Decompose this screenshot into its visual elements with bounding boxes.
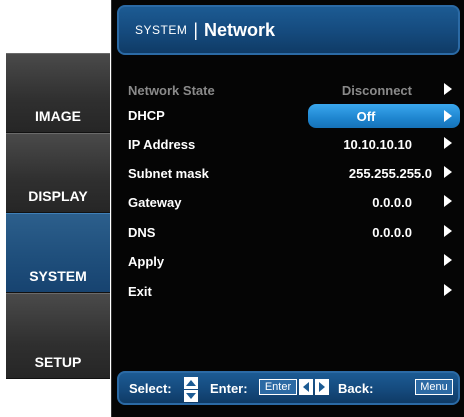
- dhcp-selector[interactable]: Off: [308, 104, 460, 128]
- title-separator: |: [193, 19, 199, 40]
- row-dns[interactable]: DNS 0.0.0.0: [128, 221, 458, 245]
- row-apply[interactable]: Apply: [128, 250, 458, 274]
- up-down-keys: [184, 375, 198, 403]
- right-arrow-icon: [315, 379, 329, 395]
- select-label: Select:: [129, 381, 172, 396]
- row-dhcp[interactable]: DHCP Off: [128, 104, 460, 128]
- arrow-right-icon: [444, 83, 452, 95]
- row-label: Exit: [128, 284, 152, 299]
- tab-system[interactable]: SYSTEM: [6, 213, 110, 293]
- row-value: Off: [356, 109, 376, 124]
- row-label: Network State: [128, 83, 215, 98]
- arrow-right-icon[interactable]: [444, 225, 452, 237]
- category-label: SYSTEM: [135, 23, 188, 37]
- arrow-right-icon[interactable]: [444, 254, 452, 266]
- arrow-right-icon: [444, 110, 452, 122]
- row-value: 10.10.10.10: [343, 137, 412, 152]
- row-label: IP Address: [128, 137, 196, 152]
- up-arrow-icon: [184, 377, 198, 389]
- row-value: 0.0.0.0: [372, 195, 412, 210]
- back-label: Back:: [338, 381, 374, 396]
- tab-display[interactable]: DISPLAY: [6, 133, 110, 213]
- row-label: DNS: [128, 225, 156, 240]
- row-label: DHCP: [128, 108, 165, 123]
- row-network-state: Network State Disconnect: [128, 79, 458, 103]
- row-label: Subnet mask: [128, 166, 209, 181]
- page-title: Network: [204, 19, 276, 40]
- row-value: 255.255.255.0: [348, 166, 432, 181]
- row-value: Disconnect: [341, 83, 412, 98]
- panel-title-bar: SYSTEM | Network: [117, 5, 460, 55]
- menu-tabs: IMAGE DISPLAY SYSTEM SETUP: [6, 53, 110, 379]
- row-value: 0.0.0.0: [372, 225, 412, 240]
- row-subnet-mask[interactable]: Subnet mask 255.255.255.0: [128, 162, 458, 186]
- arrow-right-icon[interactable]: [444, 195, 452, 207]
- arrow-right-icon[interactable]: [444, 137, 452, 149]
- row-exit[interactable]: Exit: [128, 280, 458, 304]
- help-bar: Select: Enter: Enter Back: Menu: [117, 371, 460, 405]
- left-arrow-icon: [299, 379, 313, 395]
- enter-label: Enter:: [210, 381, 248, 396]
- tab-setup[interactable]: SETUP: [6, 293, 110, 379]
- enter-key: Enter: [259, 379, 297, 395]
- row-ip-address[interactable]: IP Address 10.10.10.10: [128, 133, 458, 157]
- row-label: Apply: [128, 254, 165, 269]
- menu-key: Menu: [415, 379, 453, 395]
- row-label: Gateway: [128, 195, 182, 210]
- down-arrow-icon: [184, 390, 198, 402]
- tab-image[interactable]: IMAGE: [6, 53, 110, 133]
- network-panel: SYSTEM | Network Network State Disconnec…: [111, 0, 464, 417]
- row-gateway[interactable]: Gateway 0.0.0.0: [128, 191, 458, 215]
- arrow-right-icon[interactable]: [444, 166, 452, 178]
- arrow-right-icon[interactable]: [444, 284, 452, 296]
